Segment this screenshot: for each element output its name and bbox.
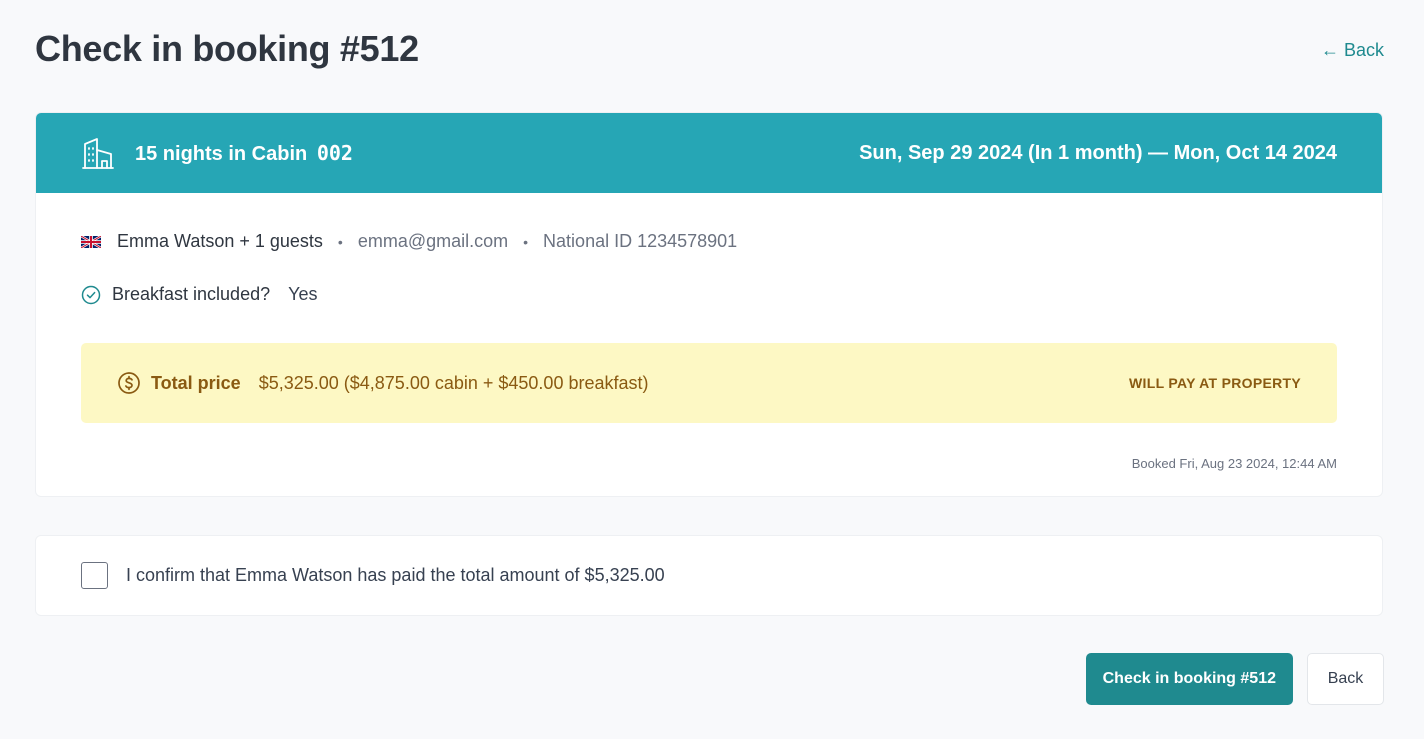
form-actions: Check in booking #512 Back	[1085, 653, 1384, 705]
cabin-icon	[82, 138, 114, 169]
guest-email: emma@gmail.com	[357, 231, 509, 251]
payment-status: WILL PAY AT PROPERTY	[1129, 375, 1301, 391]
guest-row: Emma Watson + 1 guests • emma@gmail.com …	[81, 231, 1337, 252]
separator-dot: •	[337, 233, 343, 250]
separator-dot: •	[523, 233, 529, 250]
confirm-paid-label[interactable]: I confirm that Emma Watson has paid the …	[126, 565, 665, 586]
check-circle-icon	[81, 285, 101, 304]
banner-left: 15 nights in Cabin 002	[81, 136, 353, 170]
banner-title: 15 nights in Cabin 002	[135, 141, 353, 166]
guest-name: Emma Watson + 1 guests	[117, 231, 323, 251]
price-summary: Total price $5,325.00 ($4,875.00 cabin +…	[117, 371, 648, 395]
cabin-code: 002	[316, 140, 353, 165]
booking-dates: Sun, Sep 29 2024 (In 1 month) — Mon, Oct…	[859, 141, 1337, 164]
breakfast-value: Yes	[288, 284, 318, 304]
uk-flag-icon	[81, 235, 101, 248]
nights-label: 15 nights in Cabin	[135, 142, 308, 165]
back-button[interactable]: Back	[1307, 653, 1384, 705]
guest-national-id: National ID 1234578901	[543, 231, 738, 251]
page-title: Check in booking #512	[35, 28, 419, 69]
check-in-page: Check in booking #512 ← Back 15 nights i…	[0, 0, 1424, 739]
price-box: Total price $5,325.00 ($4,875.00 cabin +…	[81, 343, 1337, 423]
total-price-value: $5,325.00 ($4,875.00 cabin + $450.00 bre…	[258, 372, 649, 393]
check-in-button[interactable]: Check in booking #512	[1085, 653, 1293, 705]
page-header: Check in booking #512 ← Back	[35, 28, 1384, 70]
dollar-circle-icon	[118, 372, 140, 394]
booked-timestamp: Booked Fri, Aug 23 2024, 12:44 AM	[1131, 456, 1337, 471]
back-link[interactable]: ← Back	[1321, 40, 1384, 61]
confirm-payment-card: I confirm that Emma Watson has paid the …	[35, 535, 1383, 616]
booking-card: 15 nights in Cabin 002 Sun, Sep 29 2024 …	[35, 112, 1383, 497]
confirm-paid-checkbox[interactable]	[81, 562, 108, 589]
total-price-label: Total price	[151, 372, 241, 393]
breakfast-label: Breakfast included?	[112, 284, 271, 304]
booking-banner: 15 nights in Cabin 002 Sun, Sep 29 2024 …	[36, 113, 1382, 193]
breakfast-row: Breakfast included? Yes	[81, 284, 1337, 305]
booking-details: Emma Watson + 1 guests • emma@gmail.com …	[36, 231, 1382, 471]
